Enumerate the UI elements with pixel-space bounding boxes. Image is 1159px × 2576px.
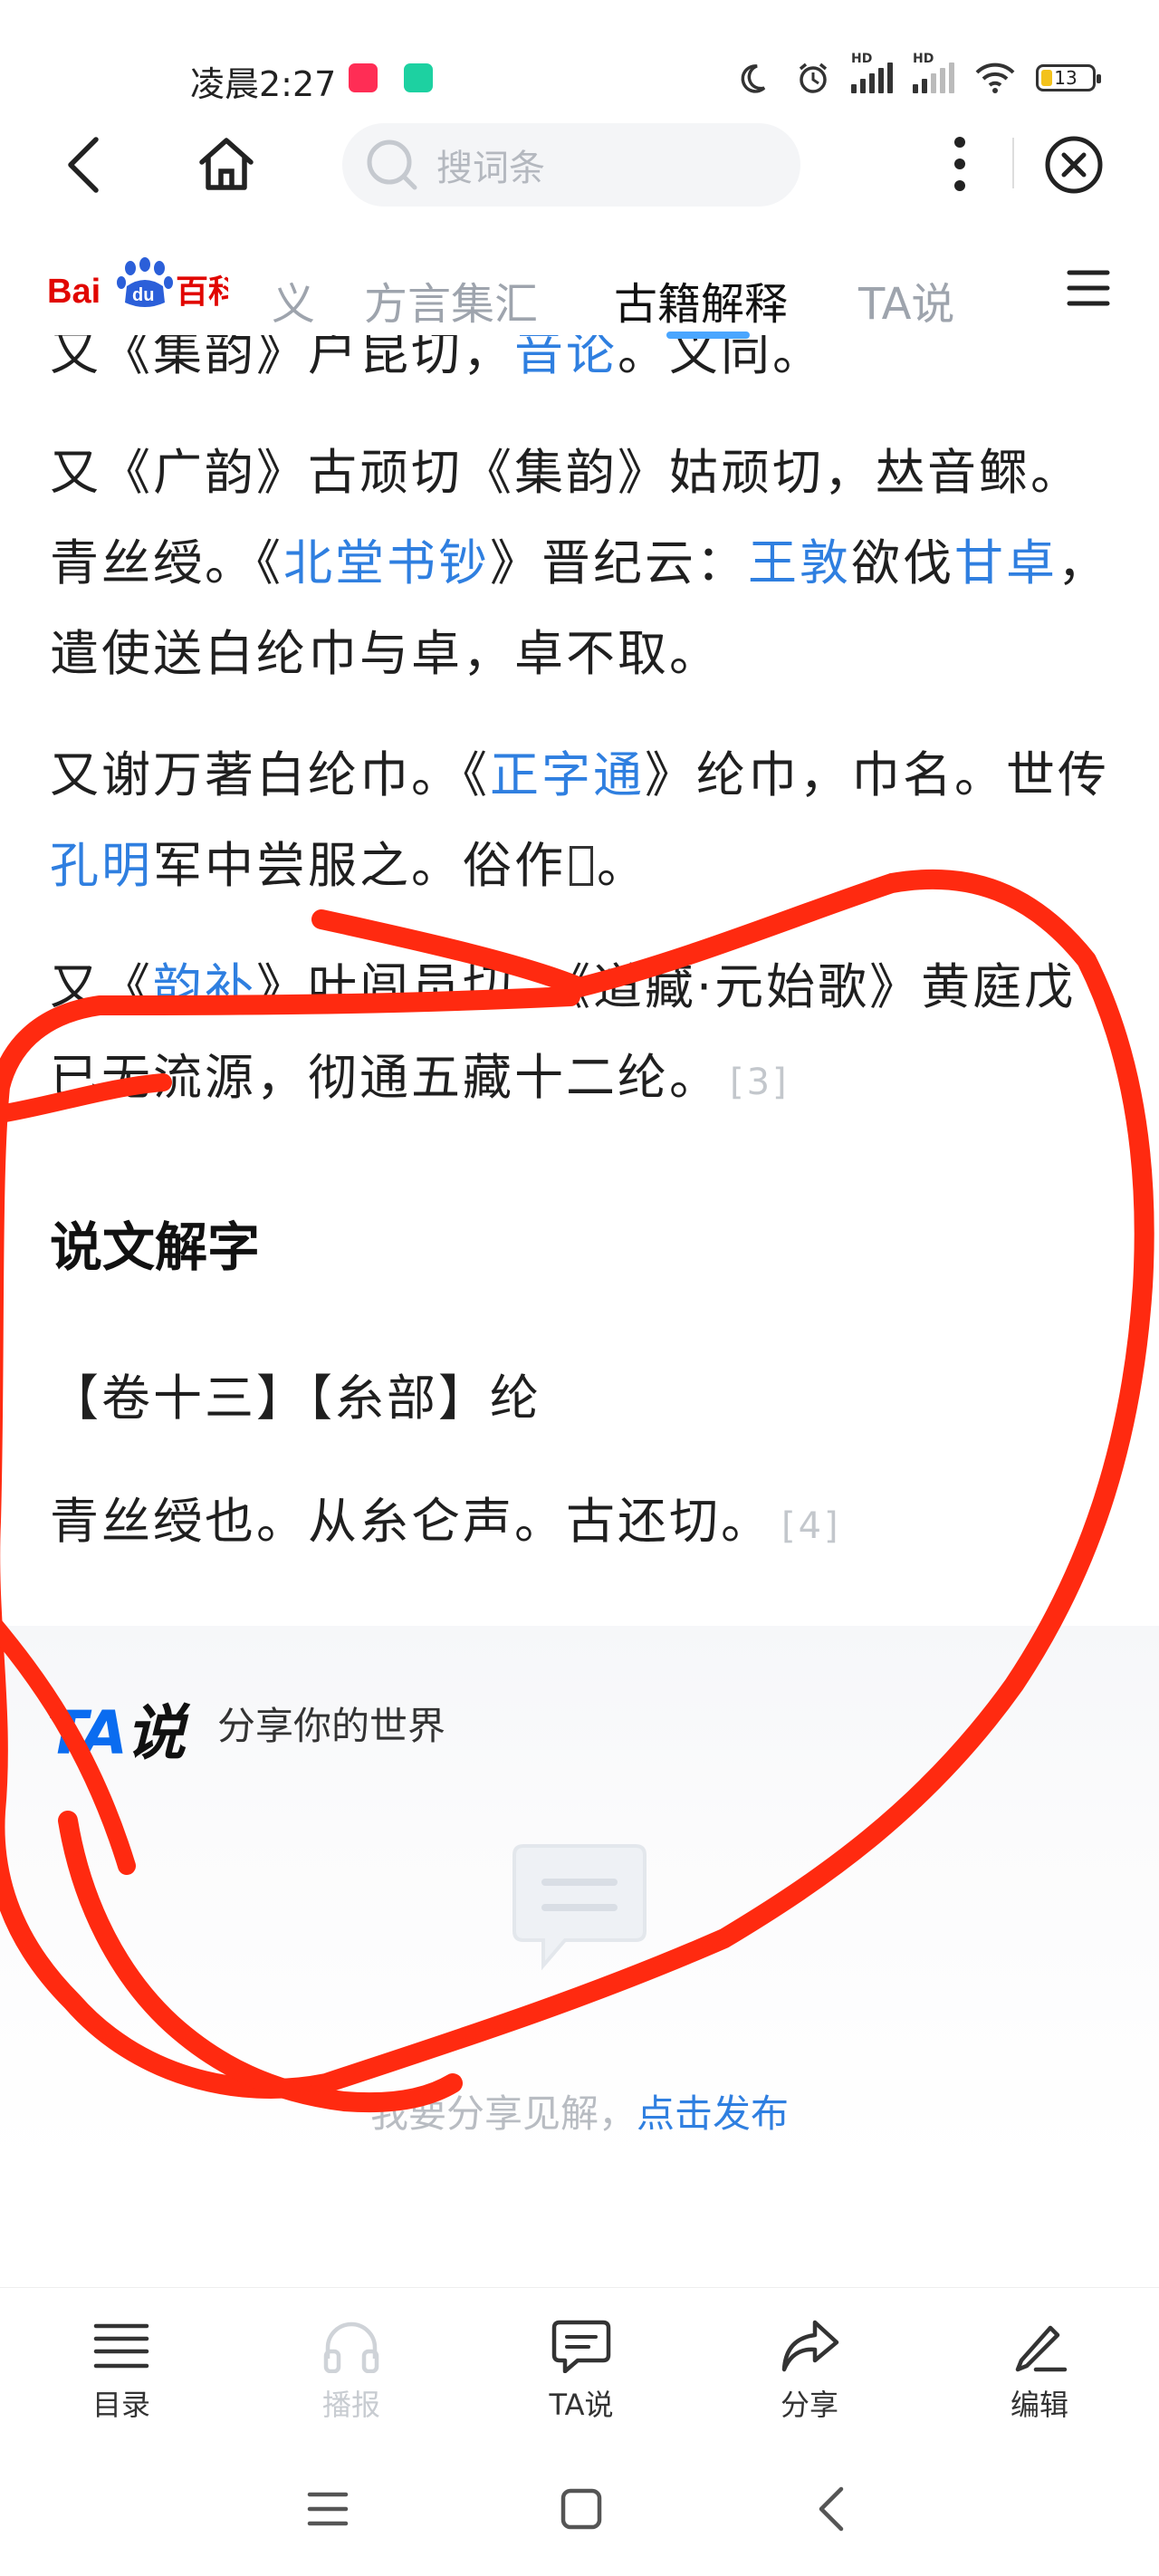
ta-slogan: 分享你的世界 bbox=[217, 1704, 446, 1748]
toolbar-share-button[interactable]: 分享 bbox=[737, 2319, 882, 2424]
tab-active-indicator bbox=[666, 332, 750, 339]
shuowen-text: 青丝绶也。从糸仑声。古还切。 [4] bbox=[50, 1493, 841, 1550]
alarm-icon bbox=[799, 62, 828, 93]
toolbar-broadcast-button[interactable]: 播报 bbox=[279, 2319, 424, 2424]
status-time: 凌晨2:27 bbox=[190, 64, 337, 104]
share-icon bbox=[781, 2320, 839, 2372]
wifi-icon bbox=[975, 62, 1015, 93]
svg-text:Bai: Bai bbox=[47, 273, 101, 311]
ta-shuo-logo: TA说 bbox=[47, 1698, 186, 1768]
toolbar-ta-shuo-button[interactable]: TA说 bbox=[509, 2319, 654, 2424]
shield-badge-icon bbox=[404, 63, 433, 92]
signal-2-icon: HD bbox=[913, 52, 954, 93]
publish-link[interactable]: 点击发布 bbox=[637, 2091, 789, 2136]
svg-text:百科: 百科 bbox=[176, 274, 228, 311]
missing-glyph-box bbox=[570, 846, 593, 886]
comment-icon bbox=[551, 2320, 611, 2374]
comment-empty-icon bbox=[509, 1839, 650, 1978]
battery-icon: 13 bbox=[1036, 64, 1101, 91]
link-beitang-shuchao[interactable]: 北堂书钞 bbox=[283, 534, 490, 591]
tab-fangyan[interactable]: 方言集汇 bbox=[364, 268, 538, 332]
search-input[interactable]: 搜词条 bbox=[342, 123, 800, 207]
article-paragraph: 又《广韵》古顽切《集韵》姑顽切，𠀤音鳏。青丝绶。《北堂书钞》晋纪云：王敦欲伐甘卓… bbox=[50, 444, 1109, 682]
baidu-baike-logo: Bai du 百科 bbox=[47, 246, 228, 319]
link-wang-dun[interactable]: 王敦 bbox=[748, 534, 851, 591]
menu-icon[interactable] bbox=[1061, 261, 1116, 315]
link-yunbu[interactable]: 韵补 bbox=[153, 958, 256, 1015]
article-paragraph: 又谢万著白纶巾。《正字通》纶巾，巾名。世传孔明军中尝服之。俗作。 bbox=[50, 746, 1109, 894]
toolbar-edit-button[interactable]: 编辑 bbox=[967, 2319, 1112, 2424]
tab-ta-shuo[interactable]: TA说 bbox=[858, 268, 954, 332]
menu-lines-icon[interactable] bbox=[299, 2482, 357, 2536]
status-icons: HD HD 13 bbox=[741, 52, 1101, 98]
tab-guji-active[interactable]: 古籍解释 bbox=[614, 268, 788, 332]
back-chevron-icon[interactable] bbox=[806, 2480, 857, 2538]
shuowen-volume: 【卷十三】【糸部】纶 bbox=[50, 1370, 541, 1427]
tab-yi[interactable]: 义 bbox=[272, 268, 315, 332]
link-gan-zhuo[interactable]: 甘卓 bbox=[954, 534, 1058, 591]
nav-divider bbox=[1012, 138, 1014, 188]
search-placeholder: 搜词条 bbox=[436, 148, 545, 189]
edit-pen-icon bbox=[1015, 2325, 1068, 2372]
signal-1-icon: HD bbox=[851, 52, 893, 93]
headphones-icon bbox=[323, 2321, 379, 2374]
home-icon[interactable] bbox=[192, 132, 261, 196]
back-arrow-icon[interactable] bbox=[56, 136, 110, 194]
ta-publish-prompt: 我要分享见解，点击发布 bbox=[369, 2091, 790, 2136]
search-icon bbox=[367, 139, 417, 190]
citation-4[interactable]: [4] bbox=[781, 1505, 841, 1547]
citation-3[interactable]: [3] bbox=[730, 1062, 790, 1103]
section-heading-shuowen: 说文解字 bbox=[50, 1216, 261, 1278]
more-vertical-icon[interactable] bbox=[942, 132, 978, 196]
square-home-icon[interactable] bbox=[552, 2480, 610, 2538]
svg-text:du: du bbox=[132, 285, 154, 305]
close-circle-icon[interactable] bbox=[1041, 132, 1106, 197]
moon-icon bbox=[741, 64, 766, 93]
toolbar-contents-button[interactable]: 目录 bbox=[49, 2319, 194, 2424]
link-kongming[interactable]: 孔明 bbox=[50, 837, 153, 894]
list-icon bbox=[93, 2323, 149, 2369]
app-badge-icon bbox=[349, 63, 378, 92]
link-zhengzitong[interactable]: 正字通 bbox=[490, 746, 645, 803]
article-paragraph: 又《韵补》叶闾员切。《道藏·元始歌》黄庭戊已无流源，彻通五藏十二纶。 [3] bbox=[50, 958, 1077, 1106]
